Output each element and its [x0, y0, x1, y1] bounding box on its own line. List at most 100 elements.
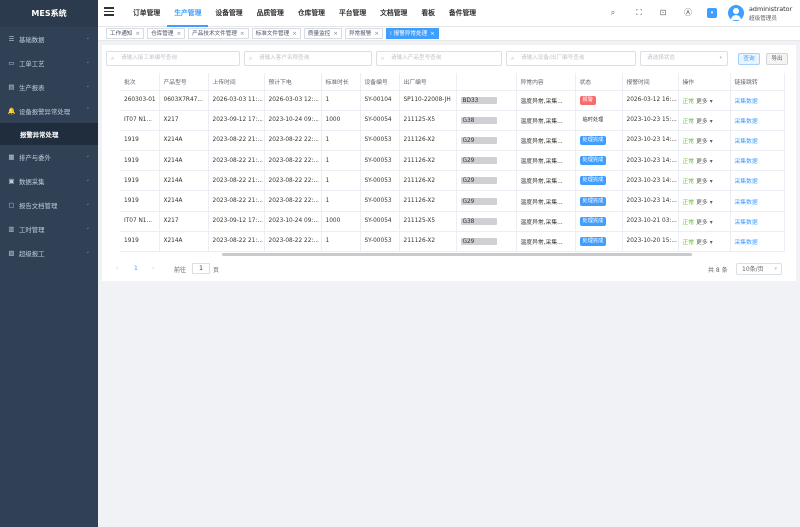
table-cell: 温度异常,采集...: [516, 110, 576, 131]
search-icon[interactable]: ⌕: [608, 8, 618, 18]
table-cell: 2023-10-23 14:...: [622, 190, 679, 212]
table-cell: 1000: [321, 211, 361, 232]
customer-search-input[interactable]: ⌕ 请输入客户名称查询: [244, 51, 372, 66]
collect-data-link[interactable]: 采集数据: [735, 240, 758, 246]
tab-tag[interactable]: 标准文件管理 ×: [251, 28, 301, 39]
normal-action[interactable]: 正常: [683, 99, 695, 105]
table-cell: X217: [159, 110, 209, 131]
normal-action[interactable]: 正常: [683, 179, 695, 185]
normal-action[interactable]: 正常: [683, 139, 695, 145]
next-page-button[interactable]: ›: [152, 265, 154, 272]
topnav-item[interactable]: 文档管理: [373, 0, 414, 27]
tab-tag[interactable]: 质量监控 ×: [303, 28, 342, 39]
collect-data-link[interactable]: 采集数据: [735, 179, 758, 185]
close-icon[interactable]: ×: [292, 31, 297, 37]
chevron-down-icon: ⌃: [85, 107, 90, 113]
search-icon: ⌕: [381, 55, 385, 62]
sidebar-item[interactable]: ▧ 超级报工 ⌄: [0, 241, 98, 265]
status-badge: 处理完成: [579, 216, 607, 226]
tab-tag[interactable]: 异常报警 ×: [344, 28, 384, 39]
close-icon[interactable]: ×: [374, 31, 379, 37]
more-dropdown[interactable]: 更多: [696, 179, 708, 185]
sidebar-item[interactable]: ▤ 生产报表 ⌄: [0, 75, 98, 99]
collect-data-link[interactable]: 采集数据: [735, 220, 758, 226]
topnav-item[interactable]: 设备管理: [208, 0, 249, 27]
prev-page-button[interactable]: ‹: [116, 265, 118, 272]
page-number-current[interactable]: 1: [134, 265, 138, 272]
work-order-search-input[interactable]: ⌕ 请输入接工单编号查询: [106, 51, 240, 66]
product-model-search-input[interactable]: ⌕ 请输入产品型号查询: [376, 51, 502, 66]
sidebar-item[interactable]: ☰ 基础数据 ⌄: [0, 27, 98, 51]
tab-tag[interactable]: 仓库管理 ×: [147, 28, 186, 39]
topnav-item[interactable]: 备件管理: [442, 0, 483, 27]
tab-tag[interactable]: ⁞ 报警异常处理 ×: [386, 28, 439, 39]
user-dropdown-icon[interactable]: ▾: [707, 8, 717, 18]
normal-action[interactable]: 正常: [683, 240, 695, 246]
sidebar-item[interactable]: ▦ 排产与委外 ⌄: [0, 145, 98, 169]
table-cell: 2023-08-22 21:...: [208, 231, 265, 253]
more-dropdown[interactable]: 更多: [696, 200, 708, 206]
page-size-select[interactable]: 10条/页 ▾: [736, 263, 782, 275]
topnav-item[interactable]: 品质管理: [250, 0, 291, 27]
table-cell: X214A: [159, 231, 209, 253]
sidebar-item[interactable]: ▭ 工单工艺 ⌄: [0, 51, 98, 75]
close-icon[interactable]: ×: [176, 31, 181, 37]
close-icon[interactable]: ×: [333, 31, 338, 37]
more-dropdown[interactable]: 更多: [696, 99, 708, 105]
status-badge: 临时处理: [582, 116, 604, 123]
table-cell: 1: [321, 231, 361, 253]
topnav-item[interactable]: 订单管理: [126, 0, 167, 27]
tab-tag[interactable]: 工作通知 ×: [106, 28, 145, 39]
chevron-down-icon: ▾: [709, 199, 713, 206]
collect-data-link[interactable]: 采集数据: [735, 159, 758, 165]
query-button[interactable]: 查询: [738, 53, 760, 65]
chevron-down-icon: ▾: [709, 118, 713, 125]
more-dropdown[interactable]: 更多: [696, 119, 708, 125]
column-header: 设备编号: [360, 73, 400, 91]
tab-tag[interactable]: 产品技术文件管理 ×: [188, 28, 249, 39]
size-icon[interactable]: ⊡: [658, 8, 668, 18]
column-header: 链接跳转: [730, 73, 785, 91]
hamburger-icon[interactable]: [104, 7, 114, 16]
goto-page-input[interactable]: 1: [192, 263, 210, 274]
close-icon[interactable]: ×: [430, 31, 435, 37]
collect-data-link[interactable]: 采集数据: [735, 139, 758, 145]
sidebar-subitem-active[interactable]: 报警异常处理: [0, 123, 98, 145]
sidebar-item[interactable]: 🔔 设备报警异常处理 ⌃: [0, 99, 98, 123]
collect-data-link[interactable]: 采集数据: [735, 200, 758, 206]
topnav-item[interactable]: 生产管理: [167, 0, 209, 27]
more-dropdown[interactable]: 更多: [696, 139, 708, 145]
normal-action[interactable]: 正常: [683, 159, 695, 165]
collect-data-link[interactable]: 采集数据: [735, 99, 758, 105]
normal-action[interactable]: 正常: [683, 119, 695, 125]
more-dropdown[interactable]: 更多: [696, 220, 708, 226]
table-cell: 2023-08-22 21:...: [208, 170, 265, 192]
sidebar-item[interactable]: ▥ 工时管理 ⌄: [0, 217, 98, 241]
fullscreen-icon[interactable]: ⛶: [634, 8, 644, 18]
more-dropdown[interactable]: 更多: [696, 159, 708, 165]
normal-action[interactable]: 正常: [683, 200, 695, 206]
close-icon[interactable]: ×: [135, 31, 140, 37]
table-cell: 2023-10-24 09:...: [264, 110, 322, 131]
avatar[interactable]: [728, 5, 744, 21]
device-search-input[interactable]: ⌕ 请输入设备/出厂编号查询: [506, 51, 636, 66]
table-cell: 2023-08-22 21:...: [208, 190, 265, 212]
more-dropdown[interactable]: 更多: [696, 240, 708, 246]
status-select[interactable]: 请选择状态 ▾: [640, 51, 728, 66]
cell-text: G38: [462, 218, 475, 225]
topnav-item[interactable]: 仓库管理: [291, 0, 332, 27]
table-cell: 1919: [120, 190, 160, 212]
status-badge: 处理完成: [579, 236, 607, 246]
topnav-item[interactable]: 平台管理: [332, 0, 373, 27]
chevron-down-icon: ⌄: [85, 83, 90, 89]
normal-action[interactable]: 正常: [683, 220, 695, 226]
theme-icon[interactable]: Ⓐ: [683, 8, 693, 18]
sidebar-item[interactable]: ▢ 报告文档管理 ⌄: [0, 193, 98, 217]
collect-data-link[interactable]: 采集数据: [735, 119, 758, 125]
topnav-item[interactable]: 看板: [414, 0, 442, 27]
column-header: 异常内容: [516, 73, 576, 91]
horizontal-scrollbar[interactable]: [222, 253, 692, 256]
sidebar-item[interactable]: ▣ 数据采集 ⌄: [0, 169, 98, 193]
close-icon[interactable]: ×: [240, 31, 245, 37]
export-button[interactable]: 导出: [766, 53, 788, 65]
